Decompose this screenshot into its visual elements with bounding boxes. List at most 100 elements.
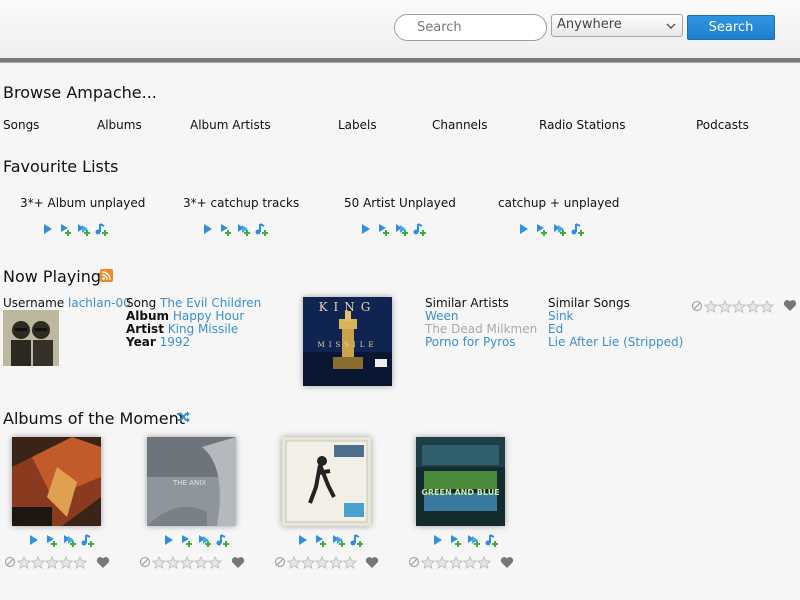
similar-song-1[interactable]: Sink [548, 309, 574, 323]
favourite-1-add-to-temp-playlist-button[interactable] [94, 222, 110, 236]
album-1-add-all-button[interactable] [62, 533, 78, 547]
rating-star-icon[interactable] [59, 555, 73, 569]
rating-star-icon[interactable] [746, 299, 760, 313]
album-3-add-all-button[interactable] [331, 533, 347, 547]
favourite-3-add-to-temp-playlist-button[interactable] [412, 222, 428, 236]
rating-star-icon[interactable] [17, 555, 31, 569]
album-2-rating[interactable] [139, 555, 222, 569]
now-playing-rating[interactable] [691, 299, 774, 313]
browse-songs-link[interactable]: Songs [3, 118, 39, 132]
favourite-4-add-to-temp-playlist-button[interactable] [570, 222, 586, 236]
clear-rating-icon[interactable] [139, 556, 151, 568]
now-playing-album-cover[interactable]: KING MISSILE [303, 297, 392, 386]
clear-rating-icon[interactable] [408, 556, 420, 568]
favourite-3-add-to-playlist-button[interactable] [376, 222, 392, 236]
shuffle-icon[interactable] [176, 410, 191, 424]
album-4-add-to-temp-playlist-button[interactable] [484, 533, 500, 547]
album-2-add-to-playlist-button[interactable] [179, 533, 195, 547]
favourite-2-add-to-playlist-button[interactable] [218, 222, 234, 236]
favourite-3-add-all-button[interactable] [394, 222, 410, 236]
favourite-2-add-to-temp-playlist-button[interactable] [254, 222, 270, 236]
rating-star-icon[interactable] [760, 299, 774, 313]
rating-star-icon[interactable] [343, 555, 357, 569]
album-4-play-button[interactable] [430, 533, 446, 547]
rating-star-icon[interactable] [301, 555, 315, 569]
browse-album-artists-link[interactable]: Album Artists [190, 118, 271, 132]
album-3-favorite-heart-icon[interactable] [365, 556, 379, 569]
rating-star-icon[interactable] [287, 555, 301, 569]
album-4-rating[interactable] [408, 555, 491, 569]
rating-star-icon[interactable] [315, 555, 329, 569]
favourite-list-2[interactable]: 3*+ catchup tracks [183, 196, 299, 210]
rating-star-icon[interactable] [704, 299, 718, 313]
browse-radio-stations-link[interactable]: Radio Stations [539, 118, 625, 132]
clear-rating-icon[interactable] [691, 300, 703, 312]
favourite-3-play-button[interactable] [358, 222, 374, 236]
similar-artist-1[interactable]: Ween [425, 309, 459, 323]
search-input[interactable] [394, 14, 547, 41]
rating-star-icon[interactable] [477, 555, 491, 569]
rating-star-icon[interactable] [208, 555, 222, 569]
album-cover-1[interactable] [12, 437, 101, 526]
rating-star-icon[interactable] [152, 555, 166, 569]
rating-star-icon[interactable] [435, 555, 449, 569]
album-3-add-to-temp-playlist-button[interactable] [349, 533, 365, 547]
album-1-add-to-playlist-button[interactable] [44, 533, 60, 547]
album-2-add-to-temp-playlist-button[interactable] [215, 533, 231, 547]
browse-albums-link[interactable]: Albums [97, 118, 142, 132]
album-3-play-button[interactable] [295, 533, 311, 547]
album-2-add-all-button[interactable] [197, 533, 213, 547]
album-2-favorite-heart-icon[interactable] [231, 556, 245, 569]
favourite-1-add-to-playlist-button[interactable] [58, 222, 74, 236]
np-year-link[interactable]: 1992 [160, 335, 191, 349]
similar-song-3[interactable]: Lie After Lie (Stripped) [548, 335, 683, 349]
rating-star-icon[interactable] [73, 555, 87, 569]
rating-star-icon[interactable] [329, 555, 343, 569]
clear-rating-icon[interactable] [4, 556, 16, 568]
rating-star-icon[interactable] [31, 555, 45, 569]
rating-star-icon[interactable] [194, 555, 208, 569]
album-cover-4[interactable]: GREEN AND BLUE [416, 437, 505, 526]
user-avatar[interactable] [3, 310, 59, 366]
browse-podcasts-link[interactable]: Podcasts [696, 118, 749, 132]
album-2-play-button[interactable] [161, 533, 177, 547]
album-4-add-to-playlist-button[interactable] [448, 533, 464, 547]
album-3-rating[interactable] [274, 555, 357, 569]
search-button[interactable]: Search [687, 15, 775, 40]
now-playing-favorite-heart-icon[interactable] [783, 299, 797, 312]
album-1-play-button[interactable] [26, 533, 42, 547]
favourite-2-add-all-button[interactable] [236, 222, 252, 236]
favourite-4-add-all-button[interactable] [552, 222, 568, 236]
favourite-4-play-button[interactable] [516, 222, 532, 236]
album-1-favorite-heart-icon[interactable] [96, 556, 110, 569]
favourite-list-1[interactable]: 3*+ Album unplayed [20, 196, 145, 210]
np-username-link[interactable]: lachlan-00 [68, 296, 131, 310]
favourite-4-add-to-playlist-button[interactable] [534, 222, 550, 236]
favourite-1-add-all-button[interactable] [76, 222, 92, 236]
search-scope-select[interactable]: Anywhere [551, 14, 683, 37]
np-album-link[interactable]: Happy Hour [173, 309, 244, 323]
album-3-add-to-playlist-button[interactable] [313, 533, 329, 547]
similar-artist-3[interactable]: Porno for Pyros [425, 335, 516, 349]
rating-star-icon[interactable] [166, 555, 180, 569]
np-song-link[interactable]: The Evil Children [160, 296, 261, 310]
album-4-add-all-button[interactable] [466, 533, 482, 547]
album-1-add-to-temp-playlist-button[interactable] [80, 533, 96, 547]
favourite-list-3[interactable]: 50 Artist Unplayed [344, 196, 456, 210]
album-cover-3[interactable] [282, 437, 371, 526]
rating-star-icon[interactable] [45, 555, 59, 569]
browse-labels-link[interactable]: Labels [338, 118, 377, 132]
rating-star-icon[interactable] [449, 555, 463, 569]
rating-star-icon[interactable] [421, 555, 435, 569]
browse-channels-link[interactable]: Channels [432, 118, 488, 132]
rating-star-icon[interactable] [463, 555, 477, 569]
album-4-favorite-heart-icon[interactable] [500, 556, 514, 569]
rss-feed-icon[interactable] [100, 269, 113, 282]
rating-star-icon[interactable] [732, 299, 746, 313]
rating-star-icon[interactable] [180, 555, 194, 569]
album-1-rating[interactable] [4, 555, 87, 569]
favourite-2-play-button[interactable] [200, 222, 216, 236]
favourite-1-play-button[interactable] [40, 222, 56, 236]
favourite-list-4[interactable]: catchup + unplayed [498, 196, 619, 210]
rating-star-icon[interactable] [718, 299, 732, 313]
